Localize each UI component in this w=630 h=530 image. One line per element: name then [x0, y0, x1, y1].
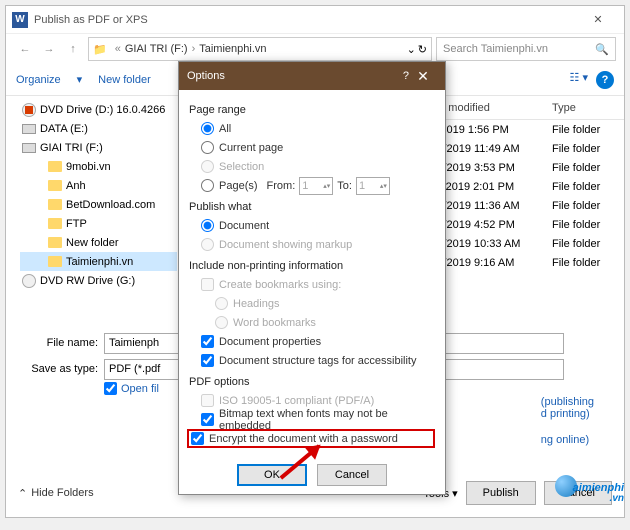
- search-input[interactable]: Search Taimienphi.vn 🔍: [436, 37, 616, 61]
- radio-all[interactable]: [201, 122, 214, 135]
- titlebar: W Publish as PDF or XPS ✕: [6, 6, 624, 34]
- radio-current[interactable]: [201, 141, 214, 154]
- openfile-checkbox[interactable]: [104, 382, 117, 395]
- folder-icon: [48, 256, 62, 267]
- folder-icon: [48, 180, 62, 191]
- openfile-label: Open fil: [121, 383, 159, 395]
- tree-item[interactable]: FTP: [20, 214, 177, 233]
- folder-icon: [48, 199, 62, 210]
- organize-button[interactable]: Organize: [16, 74, 61, 86]
- dropdown-icon[interactable]: ⌄: [407, 43, 416, 56]
- publish-what-label: Publish what: [189, 201, 435, 213]
- check-iso: [201, 394, 214, 407]
- tree-item[interactable]: DVD RW Drive (G:): [20, 271, 177, 290]
- chevron-up-icon: ⌃: [18, 487, 27, 500]
- folder-icon: [48, 218, 62, 229]
- navbar: ← → ↑ 📁 « GIAI TRI (F:) › Taimienphi.vn …: [6, 34, 624, 64]
- window-title: Publish as PDF or XPS: [34, 14, 578, 26]
- watermark: aimienphi .vn: [555, 475, 624, 504]
- dialog-title: Options: [187, 70, 403, 82]
- newfolder-button[interactable]: New folder: [98, 74, 151, 86]
- breadcrumb-drive[interactable]: GIAI TRI (F:): [125, 43, 188, 55]
- tree-item[interactable]: DATA (E:): [20, 119, 177, 138]
- close-icon[interactable]: ✕: [578, 13, 618, 26]
- up-button[interactable]: ↑: [62, 38, 84, 60]
- filename-label: File name:: [18, 337, 98, 349]
- view-button[interactable]: ☷ ▾: [570, 71, 588, 89]
- tree-item[interactable]: BetDownload.com: [20, 195, 177, 214]
- search-icon[interactable]: 🔍: [595, 43, 609, 56]
- tree-item[interactable]: DVD Drive (D:) 16.0.4266: [20, 100, 177, 119]
- tree-item[interactable]: 9mobi.vn: [20, 157, 177, 176]
- radio-document[interactable]: [201, 219, 214, 232]
- include-np-label: Include non-printing information: [189, 260, 435, 272]
- pdf-options-label: PDF options: [189, 376, 435, 388]
- folder-icon: 📁: [93, 43, 107, 56]
- dvd-icon: [22, 274, 36, 288]
- col-type[interactable]: Type: [544, 102, 624, 114]
- page-range-label: Page range: [189, 104, 435, 116]
- dialog-close-icon[interactable]: ✕: [409, 68, 437, 85]
- options-dialog: Options ? ✕ Page range All Current page …: [178, 61, 446, 495]
- address-bar[interactable]: 📁 « GIAI TRI (F:) › Taimienphi.vn ⌄ ↻: [88, 37, 432, 61]
- radio-markup: [201, 238, 214, 251]
- forward-button[interactable]: →: [38, 38, 60, 60]
- check-docprops[interactable]: [201, 335, 214, 348]
- check-bookmarks: [201, 278, 214, 291]
- hide-folders-button[interactable]: ⌃ Hide Folders: [18, 487, 94, 500]
- tree-item[interactable]: Taimienphi.vn: [20, 252, 177, 271]
- radio-wordbm: [215, 316, 228, 329]
- radio-selection: [201, 160, 214, 173]
- check-docstruct[interactable]: [201, 354, 214, 367]
- tree-item[interactable]: New folder: [20, 233, 177, 252]
- check-bitmap[interactable]: [201, 413, 214, 426]
- search-placeholder: Search Taimienphi.vn: [443, 43, 548, 55]
- help-icon[interactable]: ?: [596, 71, 614, 89]
- tree-item[interactable]: Anh: [20, 176, 177, 195]
- tree-item[interactable]: GIAI TRI (F:): [20, 138, 177, 157]
- drive-icon: [22, 124, 36, 134]
- dvd-office-icon: [22, 103, 36, 117]
- back-button[interactable]: ←: [14, 38, 36, 60]
- folder-icon: [48, 237, 62, 248]
- word-icon: W: [12, 12, 28, 28]
- breadcrumb-folder[interactable]: Taimienphi.vn: [199, 43, 266, 55]
- check-encrypt[interactable]: [191, 432, 204, 445]
- saveas-label: Save as type:: [18, 363, 98, 375]
- optimize-links: (publishing d printing) ng online): [541, 396, 594, 446]
- folder-tree: DVD Drive (D:) 16.0.4266DATA (E:)GIAI TR…: [6, 96, 181, 324]
- dialog-cancel-button[interactable]: Cancel: [317, 464, 387, 486]
- drive-icon: [22, 143, 36, 153]
- radio-pages[interactable]: [201, 179, 214, 192]
- radio-headings: [215, 297, 228, 310]
- from-spinner[interactable]: 1▴▾: [299, 177, 333, 195]
- to-spinner[interactable]: 1▴▾: [356, 177, 390, 195]
- refresh-icon[interactable]: ↻: [418, 43, 427, 56]
- publish-button[interactable]: Publish: [466, 481, 536, 505]
- folder-icon: [48, 161, 62, 172]
